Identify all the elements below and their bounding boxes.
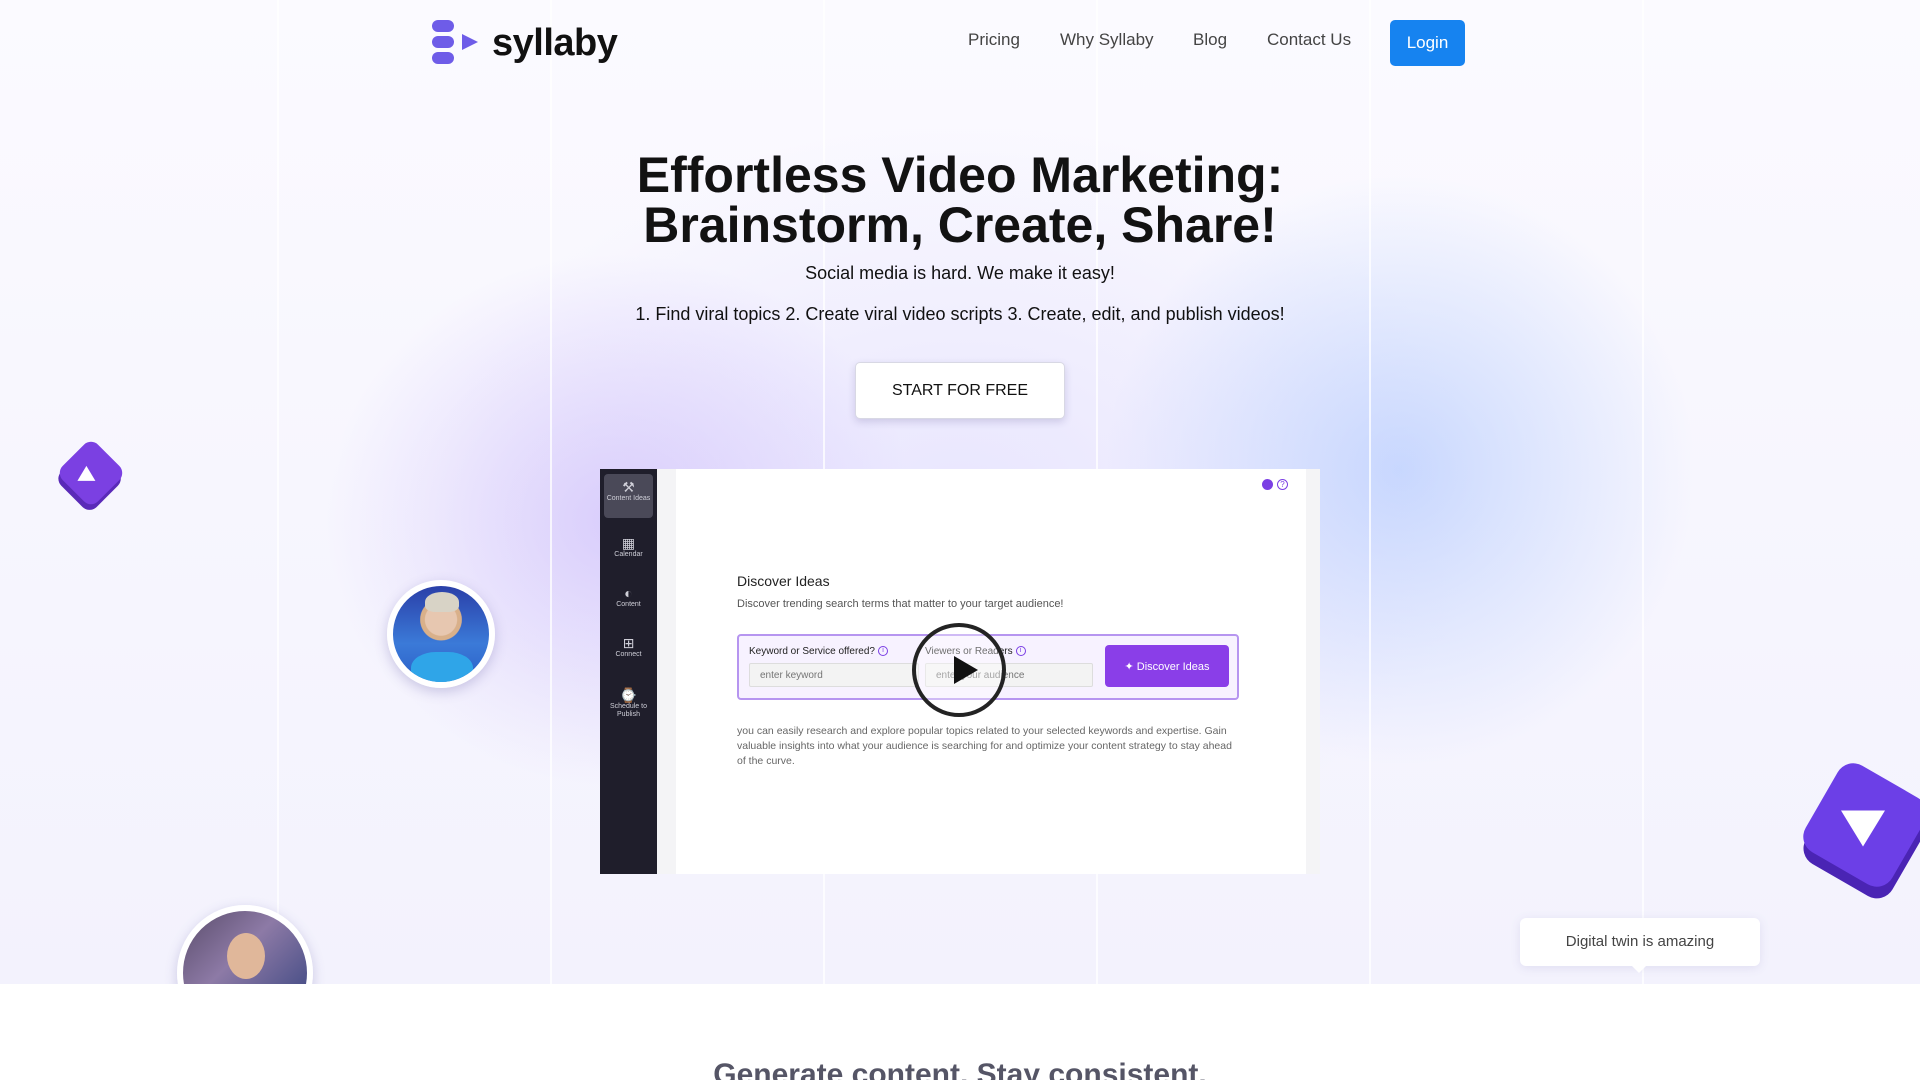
magic-wand-icon: ✦ bbox=[1124, 660, 1137, 673]
nav-contact-us[interactable]: Contact Us bbox=[1267, 30, 1351, 50]
info-icon: i bbox=[1015, 646, 1026, 657]
app-sidebar: ⚒ Content Ideas ▦ Calendar ◐ Content ⊞ C… bbox=[600, 469, 657, 874]
app-preview-video[interactable]: ⚒ Content Ideas ▦ Calendar ◐ Content ⊞ C… bbox=[600, 469, 1320, 874]
headline-line-2: Brainstorm, Create, Share! bbox=[643, 197, 1277, 253]
calendar-icon: ▦ bbox=[621, 535, 636, 551]
discover-ideas-title: Discover Ideas bbox=[737, 573, 830, 589]
grid-line bbox=[277, 0, 279, 984]
sidebar-item-content-ideas: ⚒ Content Ideas bbox=[604, 474, 653, 518]
keyword-input[interactable] bbox=[749, 663, 919, 687]
login-button[interactable]: Login bbox=[1390, 20, 1465, 66]
avatar-woman bbox=[177, 905, 313, 984]
testimonial-bubble: Digital twin is amazing bbox=[1520, 918, 1760, 973]
nav-why-syllaby[interactable]: Why Syllaby bbox=[1060, 30, 1154, 50]
discover-ideas-button[interactable]: ✦ Discover Ideas bbox=[1105, 645, 1229, 687]
grid-line bbox=[1642, 0, 1644, 984]
keyword-label: Keyword or Service offered? i bbox=[749, 646, 888, 657]
nav-pricing[interactable]: Pricing bbox=[968, 30, 1020, 50]
hero-section: syllaby Pricing Why Syllaby Blog Contact… bbox=[0, 0, 1920, 984]
sidebar-item-schedule: ⌚ Schedule to Publish bbox=[604, 687, 653, 719]
info-icon: i bbox=[878, 646, 888, 657]
hero-subtitle: Social media is hard. We make it easy! bbox=[805, 263, 1115, 283]
play-tile-icon bbox=[1796, 756, 1920, 894]
sidebar-item-connect: ⊞ Connect bbox=[604, 635, 653, 659]
start-for-free-button[interactable]: START FOR FREE bbox=[855, 362, 1065, 419]
nav-blog[interactable]: Blog bbox=[1193, 30, 1227, 50]
headline-line-1: Effortless Video Marketing: bbox=[636, 147, 1284, 203]
discover-ideas-description: you can easily research and explore popu… bbox=[737, 725, 1232, 767]
discover-ideas-subtitle: Discover trending search terms that matt… bbox=[737, 598, 1064, 610]
logo[interactable]: syllaby bbox=[432, 20, 618, 66]
play-diamond-icon bbox=[55, 437, 127, 509]
section-title: Generate content. Stay consistent. bbox=[713, 1058, 1207, 1080]
content-icon: ◐ bbox=[624, 585, 633, 601]
schedule-icon: ⌚ bbox=[619, 687, 638, 703]
syllaby-logo-icon bbox=[432, 20, 482, 66]
hero-steps: 1. Find viral topics 2. Create viral vid… bbox=[635, 304, 1285, 324]
sidebar-item-content: ◐ Content bbox=[604, 585, 653, 609]
grid-line bbox=[1369, 0, 1371, 984]
page-title: Effortless Video Marketing: Brainstorm, … bbox=[560, 150, 1360, 250]
help-icon: ? bbox=[1277, 479, 1288, 490]
sidebar-item-calendar: ▦ Calendar bbox=[604, 535, 653, 559]
plus-square-icon: ⊞ bbox=[622, 635, 635, 651]
status-dot-icon bbox=[1262, 479, 1273, 490]
logo-text: syllaby bbox=[492, 21, 618, 64]
play-icon[interactable] bbox=[912, 623, 1006, 717]
wrench-icon: ⚒ bbox=[622, 479, 635, 495]
avatar-man bbox=[387, 580, 495, 688]
grid-line bbox=[550, 0, 552, 984]
